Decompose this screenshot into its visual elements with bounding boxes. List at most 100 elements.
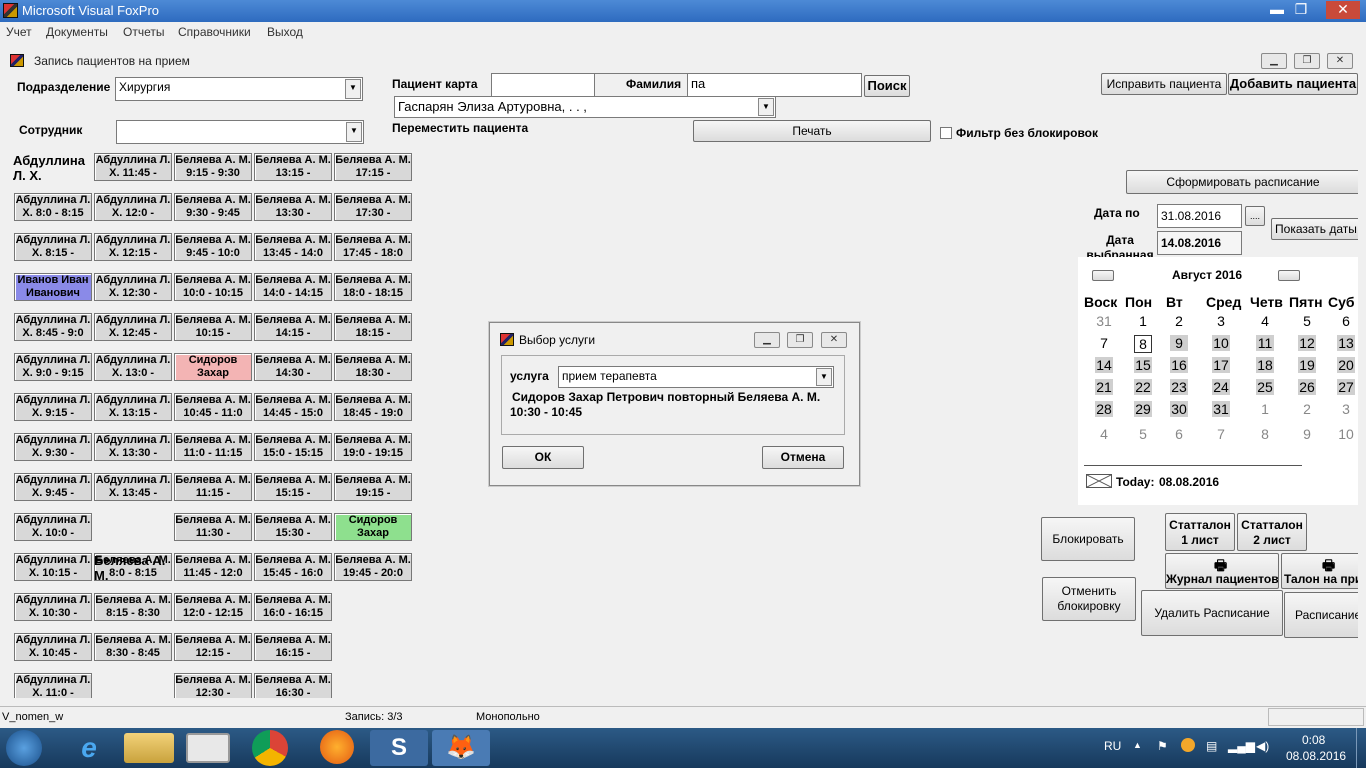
menu-item-documents[interactable]: Документы [46,25,108,39]
device-icon[interactable]: ▤ [1206,739,1217,753]
calendar-day[interactable]: 8 [1250,426,1280,442]
calendar-day[interactable]: 17 [1212,357,1230,373]
calendar-day[interactable]: 24 [1212,379,1230,395]
schedule-slot[interactable]: Абдуллина Л. Х. 8:0 - 8:15 [14,193,92,221]
schedule-slot[interactable]: Беляева А. М. 14:45 - 15:0 [254,393,332,421]
block-button[interactable]: Блокировать [1041,517,1135,561]
schedule-slot[interactable]: Абдуллина Л. Х. 9:0 - 9:15 [14,353,92,381]
schedule-slot[interactable]: Беляева А. М. 16:30 - [254,673,332,698]
schedule-slot[interactable]: Абдуллина Л. Х. 9:45 - [14,473,92,501]
ie-icon[interactable]: e [62,730,116,766]
signal-icon[interactable]: ▂▄▆ [1228,739,1255,753]
schedule-button[interactable]: Расписание [1284,592,1358,638]
schedule-slot[interactable]: Беляева А. М. 8:30 - 8:45 [94,633,172,661]
schedule-slot[interactable]: Абдуллина Л. Х. 13:0 - [94,353,172,381]
calendar-day[interactable]: 27 [1337,379,1355,395]
calendar-day[interactable]: 13 [1337,335,1355,351]
chevron-down-icon[interactable]: ▼ [346,122,362,142]
delete-schedule-button[interactable]: Удалить Расписание [1141,590,1283,636]
tray-arrow-icon[interactable]: ▲ [1133,740,1142,750]
calendar-day[interactable]: 5 [1128,426,1158,442]
schedule-slot[interactable]: Абдуллина Л. Х. 10:15 - [14,553,92,581]
schedule-slot[interactable]: Абдуллина Л. Х. 12:30 - [94,273,172,301]
show-desktop-button[interactable] [1356,728,1366,768]
schedule-slot[interactable]: Иванов Иван Иванович [14,273,92,301]
unblock-button[interactable]: Отменить блокировку [1042,577,1136,621]
calendar-day[interactable]: 4 [1250,313,1280,329]
calendar-day[interactable]: 15 [1134,357,1152,373]
language-indicator[interactable]: RU [1104,739,1121,753]
schedule-slot[interactable]: Беляева А. М. 16:0 - 16:15 [254,593,332,621]
schedule-slot[interactable]: Беляева А. М. 16:15 - [254,633,332,661]
schedule-slot[interactable]: Беляева А. М. 18:30 - [334,353,412,381]
calendar-day[interactable]: 23 [1170,379,1188,395]
schedule-slot[interactable]: Абдуллина Л. Х. 13:45 - [94,473,172,501]
schedule-slot[interactable]: Беляева А. М. 19:0 - 19:15 [334,433,412,461]
schedule-slot[interactable]: Беляева А. М. 9:15 - 9:30 [174,153,252,181]
schedule-slot[interactable]: Беляева А. М. 12:15 - [174,633,252,661]
print-button[interactable]: Печать [693,120,931,142]
schedule-slot[interactable]: Беляева А. М. 14:0 - 14:15 [254,273,332,301]
schedule-slot[interactable]: Беляева А. М. 14:15 - [254,313,332,341]
schedule-slot[interactable]: Беляева А. М. 9:30 - 9:45 [174,193,252,221]
calendar-day[interactable]: 6 [1331,313,1358,329]
schedule-slot[interactable]: Сидоров Захар [174,353,252,381]
date-selected-input[interactable]: 14.08.2016 [1157,231,1242,255]
add-patient-button[interactable]: Добавить пациента [1228,73,1358,95]
calendar-day[interactable]: 19 [1298,357,1316,373]
calendar-day[interactable]: 7 [1206,426,1236,442]
calendar-day[interactable]: 3 [1206,313,1236,329]
schedule-slot[interactable]: Беляева А. М. 17:15 - [334,153,412,181]
journal-button[interactable]: 🖶 Журнал пациентов [1165,553,1279,589]
calendar-day[interactable]: 21 [1095,379,1113,395]
schedule-slot[interactable]: Сидоров Захар [334,513,412,541]
calendar-day[interactable]: 11 [1256,335,1274,351]
schedule-slot[interactable]: Беляева А. М. 13:15 - [254,153,332,181]
cancel-button[interactable]: Отмена [762,446,844,469]
clock-time[interactable]: 0:08 [1302,733,1325,747]
schedule-slot[interactable]: Беляева А. М. 13:30 - [254,193,332,221]
calendar-day[interactable]: 31 [1089,313,1119,329]
calendar-next-button[interactable] [1278,270,1300,281]
schedule-slot[interactable]: Беляева А. М. 19:15 - [334,473,412,501]
calendar-prev-button[interactable] [1092,270,1114,281]
clock-date[interactable]: 08.08.2016 [1286,749,1346,763]
volume-icon[interactable]: ◀) [1256,739,1269,753]
schedule-slot[interactable]: Беляева А. М. 12:30 - [174,673,252,698]
calendar-day[interactable]: 10 [1331,426,1358,442]
media-player-icon[interactable] [186,733,230,763]
schedule-slot[interactable]: Беляева А. М. 10:45 - 11:0 [174,393,252,421]
talon-button[interactable]: 🖶 Талон на при [1281,553,1358,589]
stat-2-button[interactable]: Статталон 2 лист [1237,513,1307,551]
calendar-day[interactable]: 9 [1292,426,1322,442]
schedule-slot[interactable]: Абдуллина Л. Х. 12:45 - [94,313,172,341]
calendar-day[interactable]: 2 [1292,401,1322,417]
calendar-day[interactable]: 12 [1298,335,1316,351]
schedule-slot[interactable]: Беляева А. М. 10:0 - 10:15 [174,273,252,301]
calendar-day[interactable]: 28 [1095,401,1113,417]
schedule-slot[interactable]: Абдуллина Л. Х. 9:30 - [14,433,92,461]
filter-checkbox[interactable] [940,127,952,139]
edit-patient-button[interactable]: Исправить пациента [1101,73,1227,95]
schedule-slot[interactable]: Беляева А. М. 17:30 - [334,193,412,221]
schedule-slot[interactable]: Беляева А. М. 19:45 - 20:0 [334,553,412,581]
calendar-day[interactable]: 1 [1250,401,1280,417]
schedule-slot[interactable]: Беляева А. М. 12:0 - 12:15 [174,593,252,621]
calendar-day[interactable]: 30 [1170,401,1188,417]
schedule-slot[interactable]: Беляева А. М. 14:30 - [254,353,332,381]
service-select[interactable]: прием терапевта ▼ [558,366,834,388]
schedule-slot[interactable]: Абдуллина Л. Х. 10:30 - [14,593,92,621]
calendar-day[interactable]: 3 [1331,401,1358,417]
calendar-day[interactable]: 14 [1095,357,1113,373]
calendar-day[interactable]: 9 [1170,335,1188,351]
calendar-day[interactable]: 1 [1128,313,1158,329]
schedule-slot[interactable]: Беляева А. М. 10:15 - [174,313,252,341]
start-icon[interactable] [6,730,42,766]
calendar-day[interactable]: 31 [1212,401,1230,417]
department-select[interactable]: Хирургия ▼ [115,77,363,101]
chevron-down-icon[interactable]: ▼ [345,79,361,99]
search-button[interactable]: Поиск [864,75,910,97]
restore-icon[interactable]: ❐ [1290,1,1312,19]
menu-item-reports[interactable]: Отчеты [123,25,164,39]
schedule-slot[interactable]: Беляева А. М. 13:45 - 14:0 [254,233,332,261]
